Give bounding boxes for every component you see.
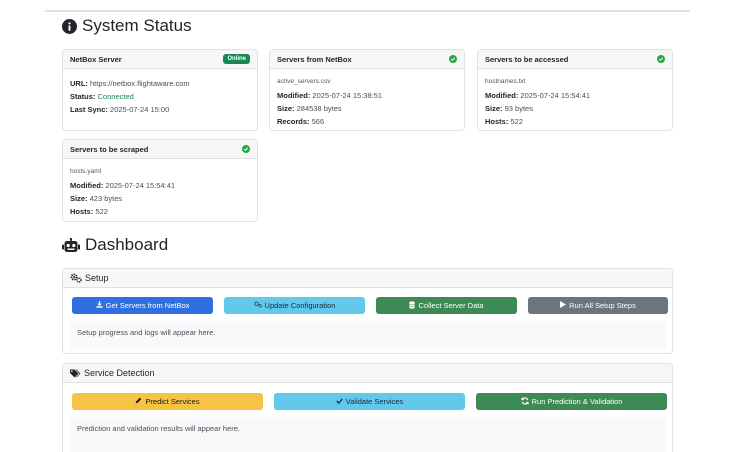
button-label: Run All Setup Steps xyxy=(569,301,636,310)
system-status-heading: System Status xyxy=(62,16,192,36)
size-label: Size: xyxy=(70,194,88,203)
status-label: Status: xyxy=(70,92,96,101)
info-circle-icon xyxy=(62,18,77,34)
file-name: hosts.yaml xyxy=(70,168,102,175)
service-detection-log: Prediction and validation results will a… xyxy=(70,417,666,452)
hosts-value: 522 xyxy=(510,117,523,126)
dashboard-title: Dashboard xyxy=(85,235,169,254)
service-detection-log-text: Prediction and validation results will a… xyxy=(77,424,241,433)
file-name: active_servers.csv xyxy=(277,78,331,85)
setup-panel: Setup Get Servers from NetBox Update Con… xyxy=(62,268,673,354)
pencil-icon xyxy=(135,397,142,406)
setup-log-text: Setup progress and logs will appear here… xyxy=(77,328,216,337)
validate-services-button[interactable]: Validate Services xyxy=(274,393,465,410)
file-name: hostnames.txt xyxy=(485,78,526,85)
servers-to-be-scraped-card: Servers to be scraped hosts.yaml Modifie… xyxy=(62,139,258,222)
collect-server-data-button[interactable]: Collect Server Data xyxy=(376,297,517,314)
card-title: Servers to be accessed xyxy=(485,54,569,64)
servers-to-be-accessed-card: Servers to be accessed hostnames.txt Mod… xyxy=(477,49,673,131)
robot-icon xyxy=(62,237,80,253)
modified-value: 2025-07-24 15:54:41 xyxy=(105,181,176,190)
database-icon xyxy=(409,300,416,311)
modified-label: Modified: xyxy=(70,181,104,190)
button-label: Get Servers from NetBox xyxy=(105,301,190,310)
modified-value: 2025-07-24 15:38:51 xyxy=(312,91,383,100)
records-label: Records: xyxy=(277,117,310,126)
modified-label: Modified: xyxy=(485,91,519,100)
size-value: 284538 bytes xyxy=(296,104,342,113)
gears-icon xyxy=(253,301,262,310)
dashboard-heading: Dashboard xyxy=(62,235,168,255)
system-status-title: System Status xyxy=(82,16,192,35)
last-sync-label: Last Sync: xyxy=(70,105,108,114)
check-circle-icon xyxy=(242,145,250,153)
servers-from-netbox-card: Servers from NetBox active_servers.csv M… xyxy=(269,49,465,131)
online-badge: Online xyxy=(223,54,250,64)
service-detection-panel: Service Detection Predict Services Valid… xyxy=(62,363,673,452)
size-value: 93 bytes xyxy=(504,104,533,113)
button-label: Validate Services xyxy=(345,397,404,406)
top-divider xyxy=(45,10,690,12)
netbox-url: https://netbox.flightaware.com xyxy=(90,79,190,88)
check-circle-icon xyxy=(657,55,665,63)
run-prediction-validation-button[interactable]: Run Prediction & Validation xyxy=(476,393,667,410)
card-title: Servers to be scraped xyxy=(70,144,149,154)
download-icon xyxy=(95,301,103,310)
service-detection-title: Service Detection xyxy=(84,368,155,378)
get-servers-button[interactable]: Get Servers from NetBox xyxy=(72,297,213,314)
connection-status: Connected xyxy=(97,92,134,101)
setup-header: Setup xyxy=(63,269,672,288)
sync-icon xyxy=(521,396,529,407)
check-circle-icon xyxy=(449,55,457,63)
tags-icon xyxy=(70,369,81,378)
netbox-server-card: NetBox Server Online URL: https://netbox… xyxy=(62,49,258,131)
check-icon xyxy=(336,397,343,406)
card-header: NetBox Server Online xyxy=(63,50,257,69)
button-label: Predict Services xyxy=(145,397,200,406)
play-icon xyxy=(560,301,567,310)
setup-title: Setup xyxy=(85,273,109,283)
hosts-label: Hosts: xyxy=(485,117,509,126)
gears-icon xyxy=(70,273,82,283)
hosts-value: 522 xyxy=(95,207,108,216)
button-label: Collect Server Data xyxy=(418,301,484,310)
predict-services-button[interactable]: Predict Services xyxy=(72,393,263,410)
button-label: Run Prediction & Validation xyxy=(531,397,623,406)
records-value: 566 xyxy=(311,117,325,126)
last-sync-value: 2025-07-24 15:00 xyxy=(110,105,170,114)
card-title: Servers from NetBox xyxy=(277,54,352,64)
card-title: NetBox Server xyxy=(70,54,122,64)
size-label: Size: xyxy=(277,104,295,113)
size-value: 423 bytes xyxy=(89,194,123,203)
size-label: Size: xyxy=(485,104,503,113)
modified-label: Modified: xyxy=(277,91,311,100)
setup-log: Setup progress and logs will appear here… xyxy=(70,321,666,349)
modified-value: 2025-07-24 15:54:41 xyxy=(520,91,591,100)
update-configuration-button[interactable]: Update Configuration xyxy=(224,297,365,314)
service-detection-header: Service Detection xyxy=(63,364,672,383)
hosts-label: Hosts: xyxy=(70,207,94,216)
button-label: Update Configuration xyxy=(264,301,336,310)
url-label: URL: xyxy=(70,79,88,88)
run-all-setup-steps-button[interactable]: Run All Setup Steps xyxy=(528,297,668,314)
